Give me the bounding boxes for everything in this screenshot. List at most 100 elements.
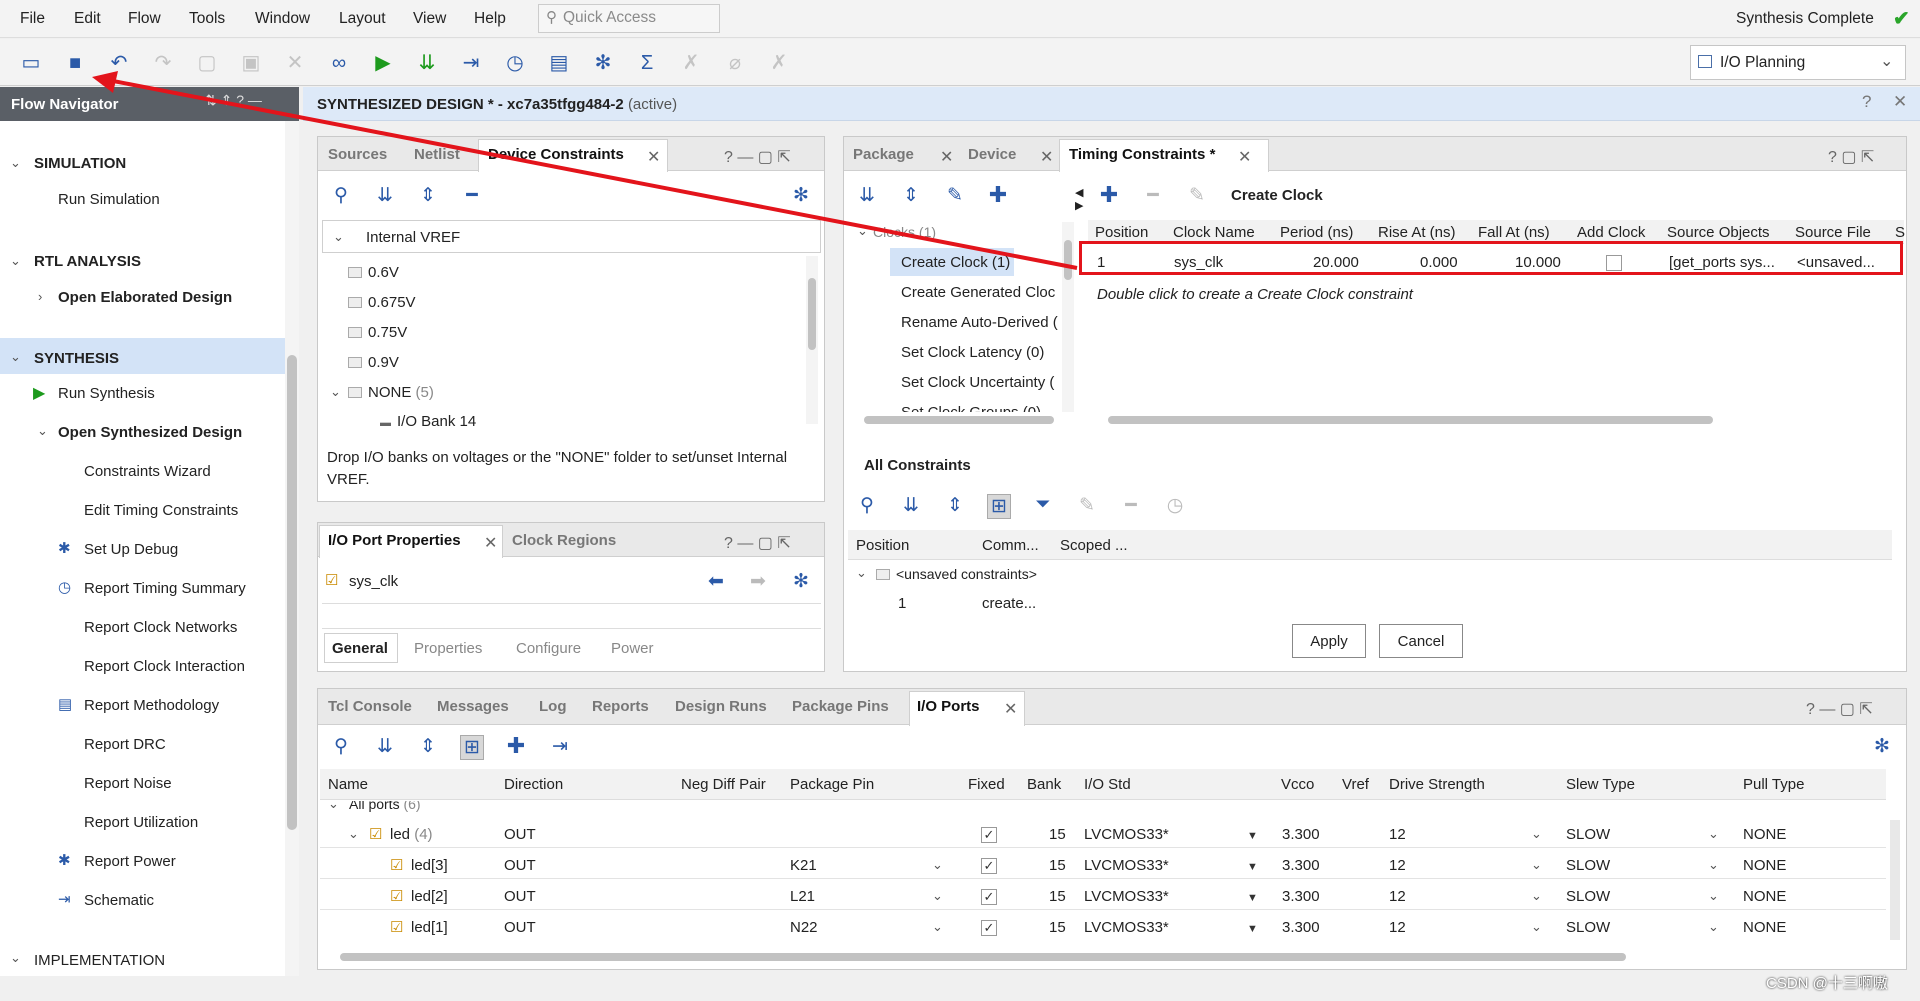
minus-icon[interactable]: ━ xyxy=(1141,184,1165,207)
cell-name[interactable]: led[2] xyxy=(411,888,448,905)
scrollbar[interactable] xyxy=(1890,820,1900,940)
col-period[interactable]: Period (ns) xyxy=(1280,224,1353,241)
chevron-down-icon[interactable]: ⌄ xyxy=(1531,888,1542,904)
gear-icon[interactable]: ✻ xyxy=(789,184,813,207)
chevron-down-icon[interactable]: ⌄ xyxy=(856,565,867,581)
redo-icon[interactable]: ↷ xyxy=(150,50,176,76)
chevron-down-icon[interactable]: ⌄ xyxy=(1708,857,1719,873)
sum-icon[interactable]: Σ xyxy=(634,50,660,76)
disabled-3-icon[interactable]: ✗ xyxy=(766,50,792,76)
minus-icon[interactable]: ━ xyxy=(1119,494,1143,517)
tab-device[interactable]: Device xyxy=(968,146,1016,163)
nav-noise[interactable]: Report Noise xyxy=(84,775,172,792)
col-rise-at[interactable]: Rise At (ns) xyxy=(1378,224,1456,241)
col-package-pin[interactable]: Package Pin xyxy=(790,776,874,793)
close-icon[interactable]: ✕ xyxy=(940,147,953,167)
tab-reports[interactable]: Reports xyxy=(592,698,649,715)
cell-direction[interactable]: OUT xyxy=(504,857,536,874)
quick-access-input[interactable]: Quick Access xyxy=(538,4,720,33)
nav-timing-summary[interactable]: Report Timing Summary xyxy=(84,580,246,597)
tree-item[interactable]: 0.75V xyxy=(348,324,407,341)
collapse-all-icon[interactable]: ⇊ xyxy=(899,494,923,517)
tab-package[interactable]: Package xyxy=(853,146,914,163)
chevron-down-icon[interactable]: ⌄ xyxy=(10,155,21,171)
tree-set-clock-latency[interactable]: Set Clock Latency (0) xyxy=(901,344,1044,361)
nav-edit-timing[interactable]: Edit Timing Constraints xyxy=(84,502,238,519)
subtab-configure[interactable]: Configure xyxy=(516,640,581,657)
ac-cell-position[interactable]: 1 xyxy=(898,595,906,612)
col-neg-diff-pair[interactable]: Neg Diff Pair xyxy=(681,776,766,793)
col-fixed[interactable]: Fixed xyxy=(968,776,1005,793)
col-bank[interactable]: Bank xyxy=(1027,776,1061,793)
hierarchy-icon[interactable]: ⊞ xyxy=(460,735,484,760)
fixed-checkbox[interactable]: ✓ xyxy=(981,827,997,843)
dropdown-icon[interactable]: ▼ xyxy=(1247,923,1258,935)
port-group-led[interactable]: led (4) xyxy=(390,826,433,843)
search-icon[interactable]: ⚲ xyxy=(329,735,353,758)
menu-view[interactable]: View xyxy=(413,10,446,28)
cell-direction[interactable]: OUT xyxy=(504,919,536,936)
chevron-down-icon[interactable]: ⌄ xyxy=(10,349,21,365)
panel-controls[interactable]: ? — ▢ ⇱ xyxy=(1806,699,1873,719)
scrollbar-thumb[interactable] xyxy=(1064,240,1072,280)
col-s[interactable]: S xyxy=(1895,224,1905,241)
chevron-right-icon[interactable]: › xyxy=(38,289,42,304)
cell-io-std[interactable]: LVCMOS33* xyxy=(1084,919,1169,936)
tab-tcl-console[interactable]: Tcl Console xyxy=(328,698,412,715)
section-rtl-analysis[interactable]: RTL ANALYSIS xyxy=(34,253,141,270)
chevron-down-icon[interactable]: ⌄ xyxy=(333,229,344,245)
col-slew-type[interactable]: Slew Type xyxy=(1566,776,1635,793)
cell-vcco[interactable]: 3.300 xyxy=(1282,888,1320,905)
chevron-down-icon[interactable]: ⌄ xyxy=(1708,888,1719,904)
tree-item[interactable]: 0.9V xyxy=(348,354,399,371)
cell-drive[interactable]: 12 xyxy=(1389,919,1406,936)
cell-direction[interactable]: OUT xyxy=(504,888,536,905)
filter-icon[interactable]: ⏷ xyxy=(1031,494,1055,516)
chevron-down-icon[interactable]: ⌄ xyxy=(932,919,943,935)
panel-controls[interactable]: ? — ▢ ⇱ xyxy=(724,147,791,167)
cell-bank[interactable]: 15 xyxy=(1049,919,1066,936)
subtab-general[interactable]: General xyxy=(332,640,388,657)
cell-io-std[interactable]: LVCMOS33* xyxy=(1084,888,1169,905)
tree-create-clock[interactable]: Create Clock (1) xyxy=(901,254,1010,271)
menu-file[interactable]: File xyxy=(20,10,45,28)
hierarchy-icon[interactable]: ⊞ xyxy=(987,494,1011,519)
cell-package-pin[interactable]: K21 xyxy=(790,857,817,874)
cancel-button[interactable]: Cancel xyxy=(1379,624,1463,658)
chevron-down-icon[interactable]: ⌄ xyxy=(932,857,943,873)
add-icon[interactable]: ✚ xyxy=(504,733,528,759)
expand-all-icon[interactable]: ⇕ xyxy=(943,494,967,517)
close-icon[interactable]: ✕ xyxy=(1004,699,1017,719)
close-icon[interactable]: ✕ xyxy=(1040,147,1053,167)
nav-schematic[interactable]: Schematic xyxy=(84,892,154,909)
cell-drive[interactable]: 12 xyxy=(1389,888,1406,905)
cell-bank[interactable]: 15 xyxy=(1049,888,1066,905)
fixed-checkbox[interactable]: ✓ xyxy=(981,858,997,874)
paste-icon[interactable]: ▣ xyxy=(238,50,264,76)
tree-create-generated-clock[interactable]: Create Generated Cloc xyxy=(901,284,1055,301)
tree-item[interactable]: 0.6V xyxy=(348,264,399,281)
nav-methodology[interactable]: Report Methodology xyxy=(84,697,219,714)
h-scrollbar-thumb[interactable] xyxy=(340,953,1626,961)
implement-icon[interactable]: ⇥ xyxy=(458,50,484,76)
disabled-1-icon[interactable]: ✗ xyxy=(678,50,704,76)
unsaved-constraints-node[interactable]: <unsaved constraints> xyxy=(876,566,1037,582)
cell-vcco[interactable]: 3.300 xyxy=(1282,919,1320,936)
cell-bank[interactable]: 15 xyxy=(1049,857,1066,874)
cell-drive[interactable]: 12 xyxy=(1389,826,1406,843)
forward-arrow-icon[interactable]: ➡ xyxy=(746,570,770,593)
menu-tools[interactable]: Tools xyxy=(189,10,225,28)
settings-icon[interactable]: ✻ xyxy=(590,50,616,76)
menu-edit[interactable]: Edit xyxy=(74,10,101,28)
col-scoped[interactable]: Scoped ... xyxy=(1060,537,1128,554)
cell-pull[interactable]: NONE xyxy=(1743,919,1786,936)
tree-set-clock-uncertainty[interactable]: Set Clock Uncertainty ( xyxy=(901,374,1054,391)
col-clock-name[interactable]: Clock Name xyxy=(1173,224,1255,241)
disabled-2-icon[interactable]: ⌀ xyxy=(722,50,748,76)
nav-utilization[interactable]: Report Utilization xyxy=(84,814,198,831)
cell-pull[interactable]: NONE xyxy=(1743,826,1786,843)
clocks-node[interactable]: Clocks (1) xyxy=(873,224,936,240)
cell-slew[interactable]: SLOW xyxy=(1566,919,1610,936)
h-scrollbar-thumb[interactable] xyxy=(864,416,1054,424)
tab-io-port-properties[interactable]: I/O Port Properties xyxy=(328,532,461,549)
